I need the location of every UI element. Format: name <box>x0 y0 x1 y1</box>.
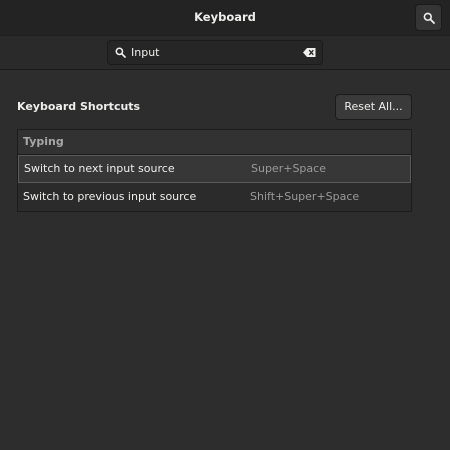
search-input[interactable]: Input <box>107 40 323 65</box>
shortcut-row-previous-input-source[interactable]: Switch to previous input source Shift+Su… <box>18 183 411 211</box>
group-header-label: Typing <box>23 135 64 148</box>
reset-all-button[interactable]: Reset All... <box>335 94 412 120</box>
window-title: Keyboard <box>194 10 256 24</box>
search-bar: Input <box>0 35 450 70</box>
shortcut-row-next-input-source[interactable]: Switch to next input source Super+Space <box>18 155 411 183</box>
section-title: Keyboard Shortcuts <box>17 100 141 113</box>
edit-clear-icon[interactable] <box>303 48 316 57</box>
shortcut-accelerator: Shift+Super+Space <box>250 190 360 203</box>
header-bar: Keyboard <box>0 0 450 35</box>
shortcut-label: Switch to previous input source <box>23 190 197 203</box>
search-input-value: Input <box>131 46 160 59</box>
shortcut-label: Switch to next input source <box>24 162 175 175</box>
keyboard-settings-window: Keyboard Input Keyboard Shortcuts Reset … <box>0 0 450 450</box>
shortcut-accelerator: Super+Space <box>251 162 326 175</box>
group-header: Typing <box>18 130 411 155</box>
search-toggle-button[interactable] <box>415 4 442 31</box>
shortcut-list: Typing Switch to next input source Super… <box>17 129 412 212</box>
search-icon <box>423 12 435 24</box>
search-icon <box>115 47 126 58</box>
